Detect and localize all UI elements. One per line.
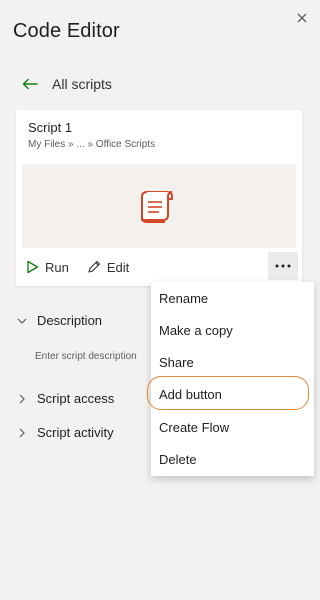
close-icon: [297, 13, 307, 23]
script-thumbnail: [22, 164, 296, 248]
pane-title: Code Editor: [13, 20, 120, 42]
menu-item-make-a-copy[interactable]: Make a copy: [159, 323, 233, 338]
card-actions: Run Edit: [26, 256, 147, 278]
context-menu: Rename Make a copy Share Add button Crea…: [151, 282, 314, 476]
ellipsis-icon: [275, 264, 291, 268]
chevron-down-icon: [17, 318, 27, 324]
script-access-section-toggle[interactable]: Script access: [17, 391, 114, 406]
description-input[interactable]: Enter script description: [35, 351, 137, 362]
office-script-icon: [141, 191, 173, 223]
description-label: Description: [37, 313, 103, 328]
script-activity-label: Script activity: [37, 425, 114, 440]
script-access-label: Script access: [37, 391, 115, 406]
chevron-right-icon: [19, 428, 25, 437]
script-path: My Files » ... » Office Scripts: [28, 139, 156, 150]
script-name: Script 1: [28, 120, 73, 135]
edit-button[interactable]: Edit: [87, 260, 129, 275]
run-label: Run: [45, 259, 69, 275]
menu-item-rename[interactable]: Rename: [159, 291, 208, 306]
edit-label: Edit: [106, 259, 130, 275]
menu-item-add-button[interactable]: Add button: [159, 387, 222, 402]
code-editor-pane: Code Editor All scripts Script 1 My File…: [0, 0, 320, 600]
pencil-icon: [88, 260, 100, 273]
close-button[interactable]: [292, 8, 312, 28]
back-label: All scripts: [52, 76, 112, 92]
back-to-all-scripts[interactable]: All scripts: [22, 72, 112, 96]
script-activity-section-toggle[interactable]: Script activity: [17, 425, 114, 440]
menu-item-create-flow[interactable]: Create Flow: [159, 420, 229, 435]
run-button[interactable]: Run: [26, 260, 69, 275]
script-card: Script 1 My Files » ... » Office Scripts…: [16, 110, 302, 286]
description-section-toggle[interactable]: Description: [17, 313, 102, 328]
more-options-button[interactable]: [268, 252, 298, 280]
menu-item-share[interactable]: Share: [159, 355, 194, 370]
menu-item-delete[interactable]: Delete: [159, 452, 197, 467]
chevron-right-icon: [19, 394, 25, 403]
play-icon: [27, 260, 39, 274]
arrow-left-icon: [22, 78, 38, 90]
